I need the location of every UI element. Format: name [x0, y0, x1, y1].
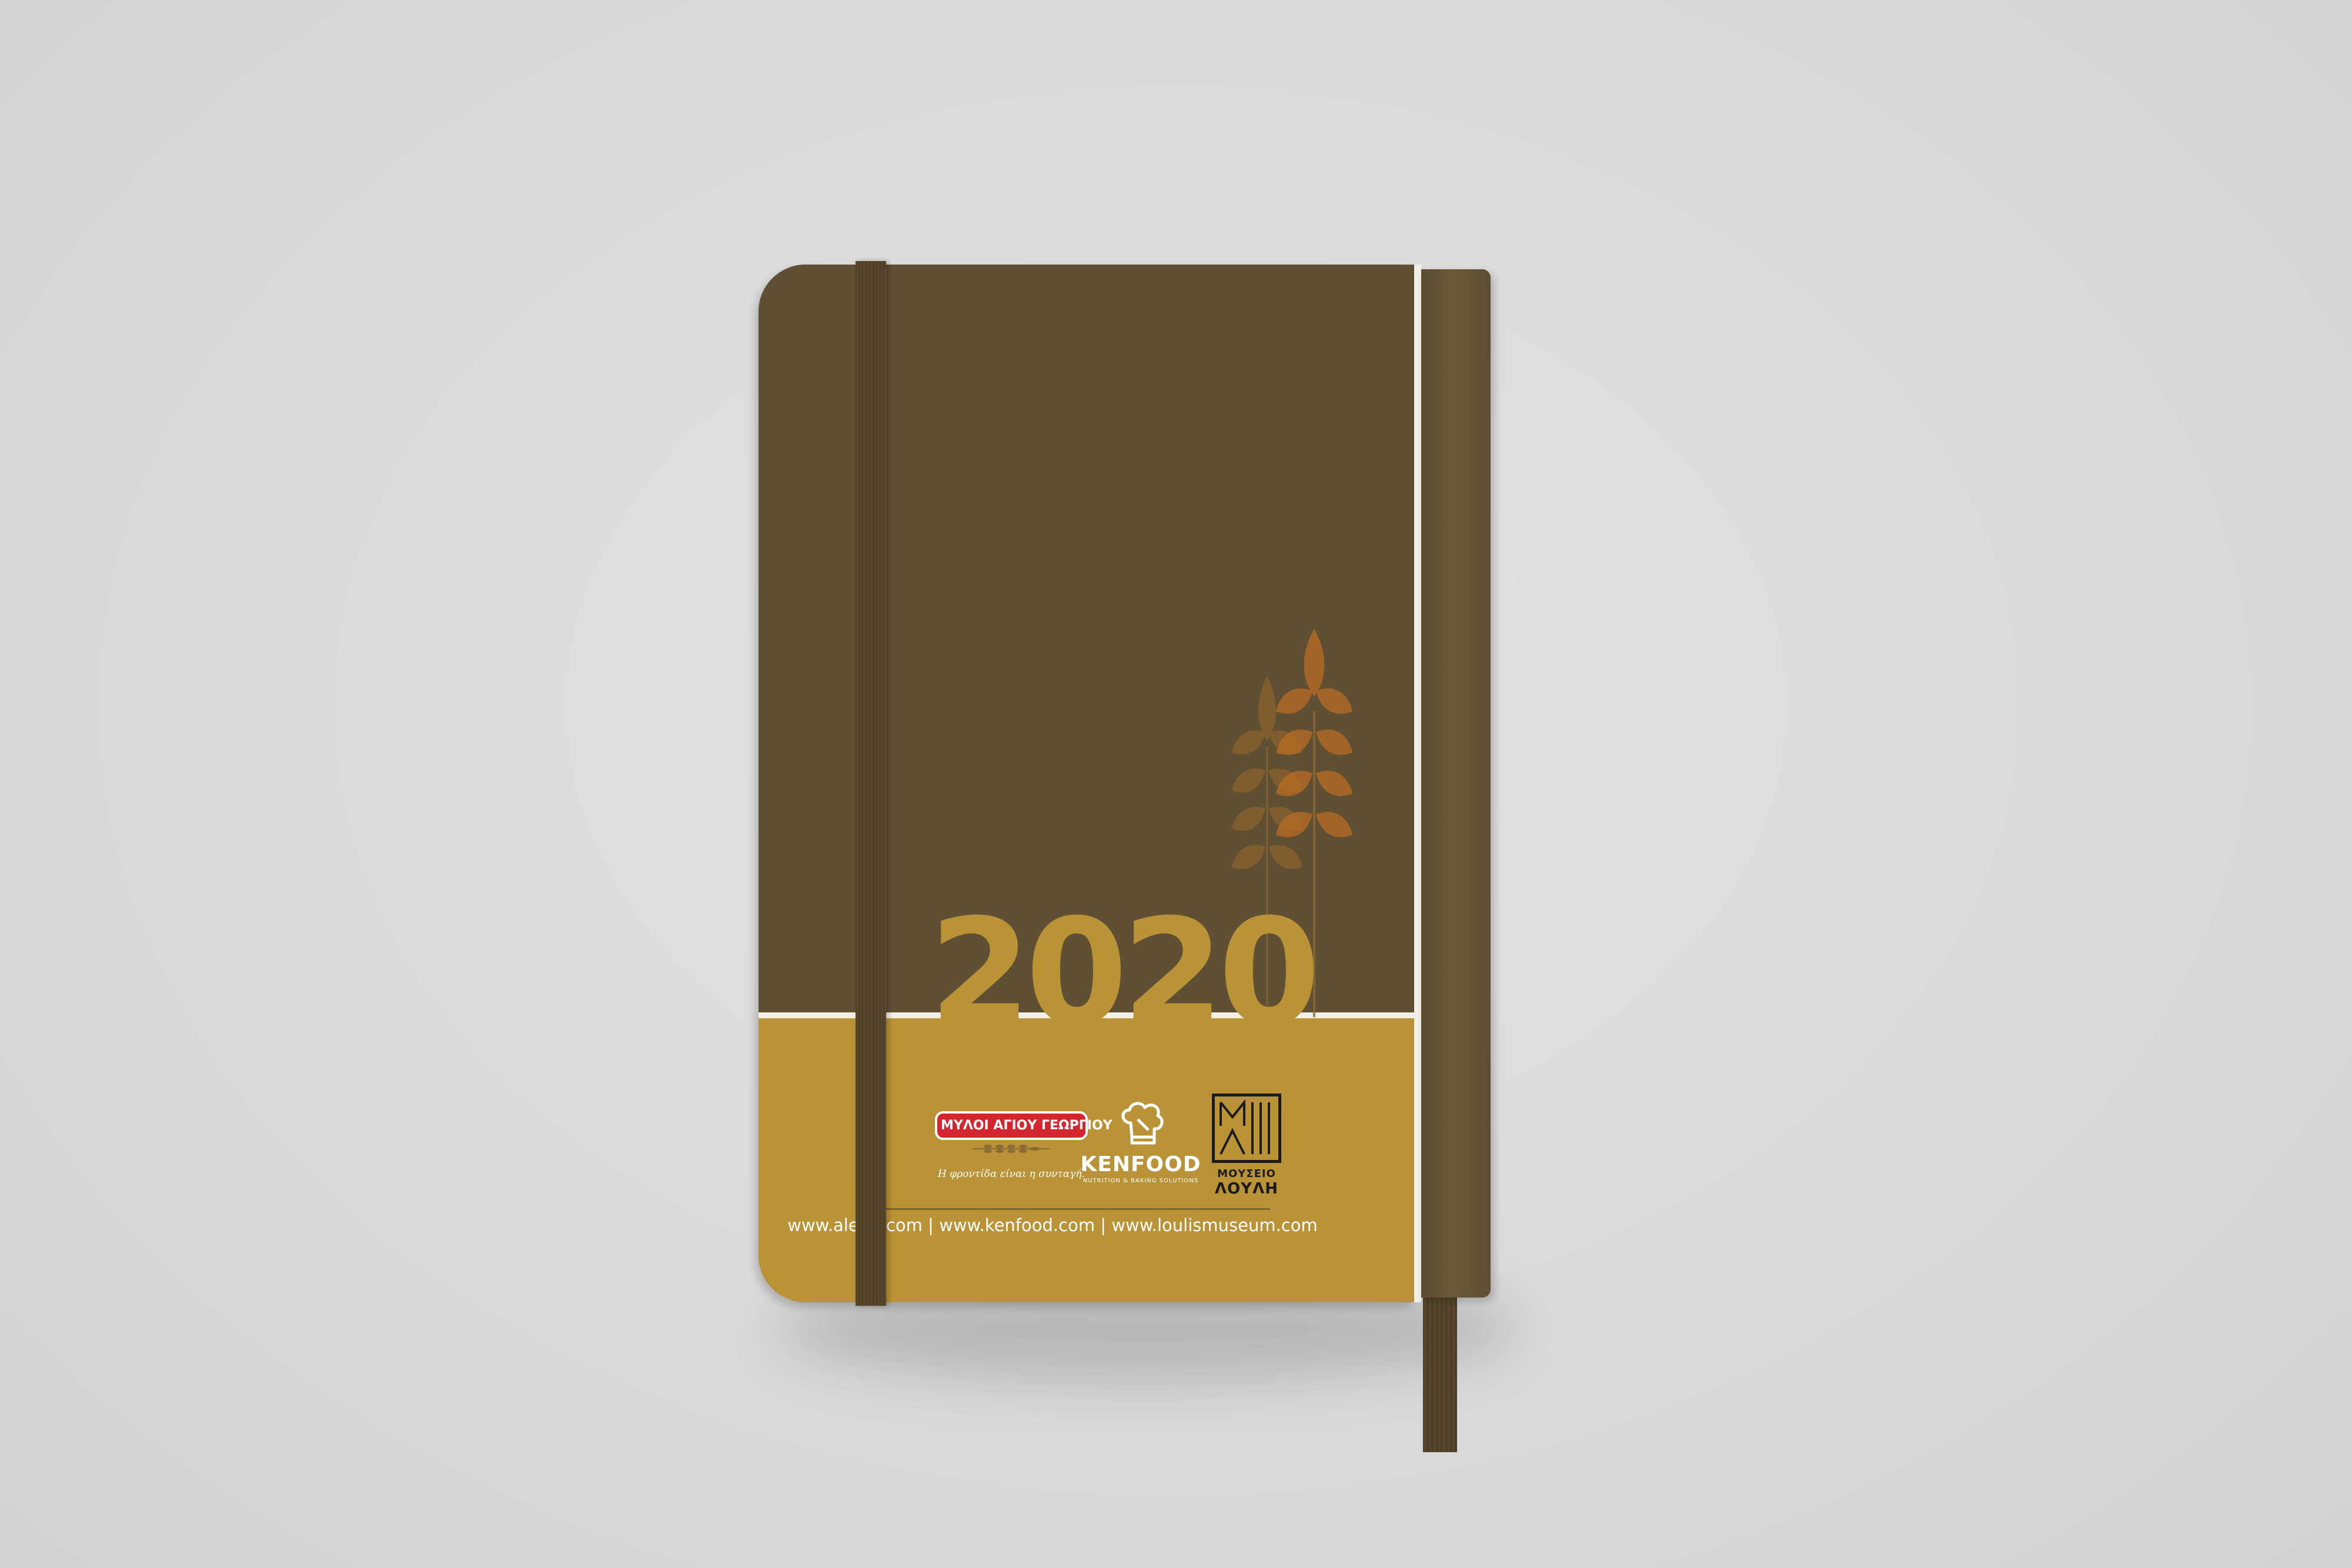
notebook: 2020 ΜΥΛΟΙ ΑΓΙΟΥ ΓΕΩΡΓΙΟΥ Η φροντίδα είν…: [759, 261, 1491, 1452]
museum-name-line1: ΜΟΥΣΕΙΟ: [1217, 1168, 1276, 1180]
mylo-logo: ΜΥΛΟΙ ΑΓΙΟΥ ΓΕΩΡΓΙΟΥ Η φροντίδα είναι η …: [935, 1111, 1112, 1180]
year-title: 2020: [929, 887, 1321, 1058]
kenfood-logo: KENFOOD NUTRITION & BAKING SOLUTIONS: [1070, 1099, 1211, 1184]
scene-background: 2020 ΜΥΛΟΙ ΑΓΙΟΥ ΓΕΩΡΓΙΟΥ Η φροντίδα είν…: [0, 0, 2352, 1568]
footer-rule: [864, 1208, 1270, 1210]
museum-monogram-icon: [1212, 1094, 1281, 1163]
footer-urls: www.alevri.com | www.kenfood.com | www.l…: [787, 1215, 1318, 1235]
loulis-museum-logo: ΜΟΥΣΕΙΟ ΛΟΥΛΗ: [1205, 1094, 1288, 1198]
cover-edge-line: [1414, 265, 1421, 1302]
kenfood-subtitle: NUTRITION & BAKING SOLUTIONS: [1083, 1178, 1199, 1184]
notebook-spine: [1421, 269, 1491, 1298]
museum-name-line2: ΛΟΥΛΗ: [1215, 1180, 1278, 1198]
bookmark-ribbon: [1423, 1282, 1457, 1452]
chef-hat-icon: [1121, 1102, 1164, 1145]
kenfood-name: KENFOOD: [1080, 1152, 1201, 1176]
mylo-slogan: Η φροντίδα είναι η συνταγή.: [937, 1168, 1085, 1180]
wheat-sprig-icon: [973, 1145, 1050, 1153]
mylo-logo-name: ΜΥΛΟΙ ΑΓΙΟΥ ΓΕΩΡΓΙΟΥ: [935, 1111, 1112, 1140]
elastic-strap: [856, 261, 886, 1306]
